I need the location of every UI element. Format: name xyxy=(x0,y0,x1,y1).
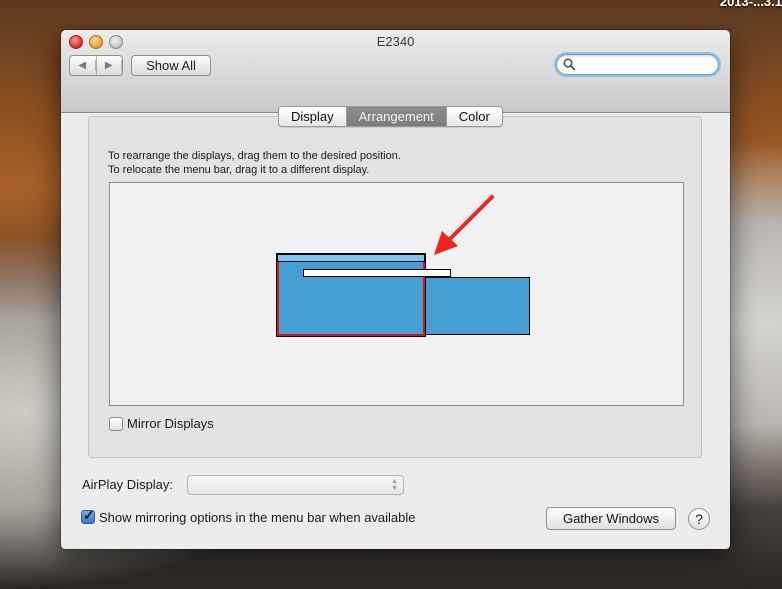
mirror-displays-label[interactable]: Mirror Displays xyxy=(127,416,214,431)
forward-button[interactable]: ▶ xyxy=(97,56,122,75)
show-mirroring-label[interactable]: Show mirroring options in the menu bar w… xyxy=(99,510,416,525)
tab-bar: Display Arrangement Color xyxy=(278,106,503,127)
main-display-menu-bar[interactable] xyxy=(277,254,425,262)
tab-display[interactable]: Display xyxy=(279,107,347,126)
show-all-button[interactable]: Show All xyxy=(131,55,211,76)
tab-color[interactable]: Color xyxy=(447,107,502,126)
gather-windows-button[interactable]: Gather Windows xyxy=(546,507,676,530)
search-field[interactable] xyxy=(556,54,719,75)
help-button[interactable]: ? xyxy=(688,508,710,530)
airplay-display-select[interactable]: ▲ ▼ xyxy=(187,475,404,495)
window-title: E2340 xyxy=(376,34,415,49)
back-forward-control: ◀ ▶ xyxy=(69,55,123,76)
main-display[interactable] xyxy=(277,254,425,336)
checkmark-icon: ✓ xyxy=(83,507,95,523)
system-preferences-window: E2340 ◀ ▶ Show All Display Arrangement C… xyxy=(61,30,730,549)
mirror-displays-checkbox[interactable] xyxy=(109,417,123,431)
select-stepper-icon: ▲ ▼ xyxy=(391,478,398,492)
search-icon xyxy=(563,58,576,71)
instructions: To rearrange the displays, drag them to … xyxy=(108,149,401,177)
airplay-display-label: AirPlay Display: xyxy=(82,477,174,492)
forward-arrow-icon: ▶ xyxy=(97,60,122,71)
dragged-menu-bar[interactable] xyxy=(303,269,451,277)
title-bar: E2340 ◀ ▶ Show All xyxy=(61,30,730,113)
back-arrow-icon: ◀ xyxy=(70,60,96,71)
tab-arrangement[interactable]: Arrangement xyxy=(346,107,447,126)
instruction-line-1: To rearrange the displays, drag them to … xyxy=(108,150,401,162)
display-arrangement-canvas xyxy=(109,182,684,406)
show-mirroring-checkbox[interactable]: ✓ xyxy=(81,507,95,524)
instruction-line-2: To relocate the menu bar, drag it to a d… xyxy=(108,164,370,176)
back-button[interactable]: ◀ xyxy=(70,56,97,75)
secondary-display[interactable] xyxy=(425,277,530,335)
desktop-file-label[interactable]: 2013-...3.1 xyxy=(720,0,782,9)
